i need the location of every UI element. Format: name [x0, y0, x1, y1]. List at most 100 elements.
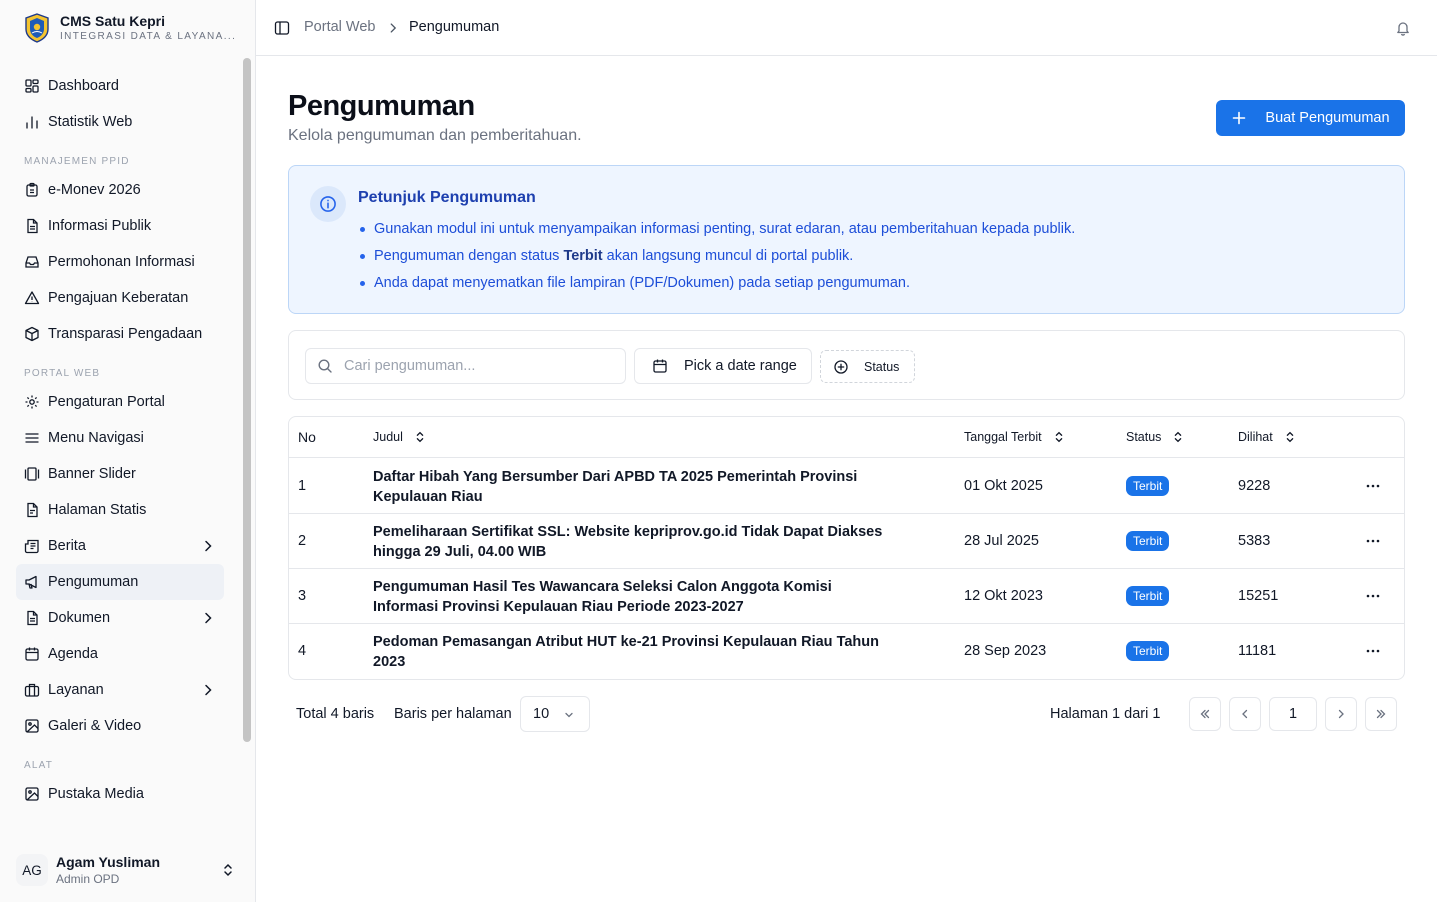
sidebar-toggle-icon[interactable]: [274, 20, 290, 36]
column-no: No: [298, 429, 316, 445]
sidebar-item-label: Agenda: [48, 646, 98, 662]
date-range-button[interactable]: Pick a date range: [634, 348, 812, 384]
info-list: Gunakan modul ini untuk menyampaikan inf…: [358, 219, 1075, 300]
brand[interactable]: CMS Satu Kepri INTEGRASI DATA & LAYANA..…: [0, 0, 255, 56]
gear-icon: [24, 394, 40, 410]
sidebar-item-dokumen[interactable]: Dokumen: [16, 600, 224, 636]
cell-dilihat: 15251: [1238, 588, 1279, 604]
sort-icon: [1055, 431, 1062, 443]
cell-tanggal: 28 Jul 2025: [964, 533, 1039, 549]
more-actions-icon[interactable]: [1365, 588, 1381, 604]
sidebar-item-label: Dokumen: [48, 610, 111, 626]
first-page-button[interactable]: [1189, 697, 1221, 731]
info-title: Petunjuk Pengumuman: [358, 189, 536, 206]
column-dilihat-sort[interactable]: Dilihat: [1238, 430, 1297, 444]
search-input[interactable]: [344, 358, 604, 374]
search-box[interactable]: [305, 348, 626, 384]
sidebar-item-label: Permohonan Informasi: [48, 254, 195, 270]
breadcrumb-portal-web[interactable]: Portal Web: [304, 19, 375, 35]
sidebar-item-layanan[interactable]: Layanan: [16, 672, 224, 708]
sidebar-item-banner-slider[interactable]: Banner Slider: [16, 456, 224, 492]
total-rows: Total 4 baris: [296, 706, 375, 722]
cell-no: 3: [298, 588, 307, 604]
chevron-right-icon: [1338, 709, 1344, 719]
cell-no: 2: [298, 533, 307, 549]
column-judul-sort[interactable]: Judul: [373, 430, 427, 444]
sidebar-item-e-monev[interactable]: e-Monev 2026: [16, 172, 224, 208]
package-icon: [24, 326, 40, 342]
page-title: Pengumuman: [288, 90, 475, 122]
sidebar-item-label: Pengajuan Keberatan: [48, 290, 189, 306]
sidebar-item-galeri-video[interactable]: Galeri & Video: [16, 708, 224, 744]
sidebar-item-label: e-Monev 2026: [48, 182, 141, 198]
cell-dilihat: 9228: [1238, 478, 1271, 494]
calendar-icon: [24, 646, 40, 662]
sidebar-item-agenda[interactable]: Agenda: [16, 636, 224, 672]
status-terbit-text: Terbit: [563, 248, 603, 264]
bell-icon[interactable]: [1395, 20, 1411, 36]
info-item: Anda dapat menyematkan file lampiran (PD…: [358, 273, 1075, 300]
column-status-sort[interactable]: Status: [1126, 430, 1185, 444]
more-actions-icon[interactable]: [1365, 478, 1381, 494]
last-page-button[interactable]: [1365, 697, 1397, 731]
table-header: No Judul Tanggal Terbit Status Dilihat: [289, 417, 1404, 458]
sidebar-item-label: Transparasi Pengadaan: [48, 326, 203, 342]
create-announcement-button[interactable]: Buat Pengumuman: [1216, 100, 1405, 136]
more-actions-icon[interactable]: [1365, 643, 1381, 659]
chevron-right-icon: [205, 540, 212, 552]
cell-tanggal: 01 Okt 2025: [964, 478, 1043, 494]
sidebar-scrollbar[interactable]: [243, 58, 251, 742]
plus-circle-icon: [834, 359, 848, 374]
sidebar-item-statistik-web[interactable]: Statistik Web: [16, 104, 224, 140]
sidebar-item-dashboard[interactable]: Dashboard: [16, 68, 224, 104]
sidebar-item-menu-navigasi[interactable]: Menu Navigasi: [16, 420, 224, 456]
more-actions-icon[interactable]: [1365, 533, 1381, 549]
topbar: Portal Web Pengumuman: [256, 0, 1437, 56]
info-panel: Petunjuk Pengumuman Gunakan modul ini un…: [288, 165, 1405, 314]
sidebar-section-alat: ALAT: [24, 760, 54, 771]
page-number-input[interactable]: [1269, 697, 1317, 731]
cell-dilihat: 5383: [1238, 533, 1271, 549]
next-page-button[interactable]: [1325, 697, 1357, 731]
info-item: Gunakan modul ini untuk menyampaikan inf…: [358, 219, 1075, 246]
sidebar-item-halaman-statis[interactable]: Halaman Statis: [16, 492, 224, 528]
cell-judul: Pedoman Pemasangan Atribut HUT ke-21 Pro…: [373, 634, 879, 670]
cell-no: 1: [298, 478, 307, 494]
cell-judul: Pengumuman Hasil Tes Wawancara Seleksi C…: [373, 579, 832, 615]
brand-subtitle: INTEGRASI DATA & LAYANA...: [60, 30, 237, 42]
user-role: Admin OPD: [56, 871, 120, 886]
sidebar-item-label: Halaman Statis: [48, 502, 147, 518]
previous-page-button[interactable]: [1229, 697, 1261, 731]
sidebar-item-pengaturan-portal[interactable]: Pengaturan Portal: [16, 384, 224, 420]
rows-per-page-label: Baris per halaman: [394, 706, 512, 722]
rows-per-page-select[interactable]: 10: [520, 696, 590, 732]
sidebar-item-informasi-publik[interactable]: Informasi Publik: [16, 208, 224, 244]
sidebar-item-pengajuan-keberatan[interactable]: Pengajuan Keberatan: [16, 280, 224, 316]
file-icon: [24, 502, 40, 518]
sort-icon: [1175, 431, 1182, 443]
info-item: Pengumuman dengan status Terbit akan lan…: [358, 246, 1075, 273]
sidebar-section-ppid: MANAJEMEN PPID: [24, 156, 130, 167]
table-row[interactable]: 1 Daftar Hibah Yang Bersumber Dari APBD …: [289, 459, 1404, 514]
user-menu[interactable]: AG Agam Yusliman Admin OPD: [16, 848, 242, 892]
menu-icon: [24, 430, 40, 446]
newspaper-icon: [24, 538, 40, 554]
column-tanggal-sort[interactable]: Tanggal Terbit: [964, 430, 1066, 444]
status-filter-button[interactable]: Status: [820, 350, 915, 383]
sidebar-item-label: Galeri & Video: [48, 718, 142, 734]
sidebar-item-berita[interactable]: Berita: [16, 528, 224, 564]
sidebar-item-pengumuman[interactable]: Pengumuman: [16, 564, 224, 600]
sidebar-item-pustaka-media[interactable]: Pustaka Media: [16, 776, 224, 812]
sidebar-item-label: Statistik Web: [48, 114, 133, 130]
avatar: AG: [16, 854, 48, 886]
table-row[interactable]: 3 Pengumuman Hasil Tes Wawancara Seleksi…: [289, 569, 1404, 624]
dashboard-icon: [24, 78, 40, 94]
create-announcement-label: Buat Pengumuman: [1265, 110, 1390, 126]
table-row[interactable]: 4 Pedoman Pemasangan Atribut HUT ke-21 P…: [289, 624, 1404, 679]
sidebar-nav: Dashboard Statistik Web MANAJEMEN PPID e…: [0, 68, 240, 838]
status-badge: Terbit: [1126, 531, 1170, 551]
announcements-table: No Judul Tanggal Terbit Status Dilihat 1…: [288, 416, 1405, 680]
sidebar-item-permohonan-informasi[interactable]: Permohonan Informasi: [16, 244, 224, 280]
sidebar-item-transparasi-pengadaan[interactable]: Transparasi Pengadaan: [16, 316, 224, 352]
table-row[interactable]: 2 Pemeliharaan Sertifikat SSL: Website k…: [289, 514, 1404, 569]
